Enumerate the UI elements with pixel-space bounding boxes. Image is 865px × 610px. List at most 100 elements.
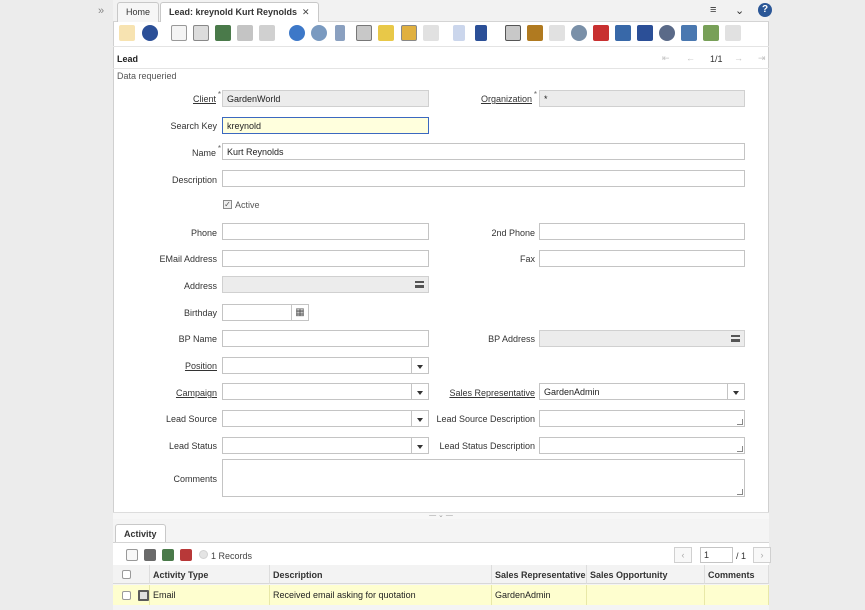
calendar-icon[interactable]: ▦ <box>291 304 309 321</box>
lead-source-dropdown-icon[interactable] <box>411 411 428 426</box>
zoom-across-icon[interactable] <box>593 25 609 41</box>
help-icon[interactable] <box>142 25 158 41</box>
campaign-dropdown-icon[interactable] <box>411 384 428 399</box>
tab-home[interactable]: Home <box>117 2 160 22</box>
resize-handle-icon[interactable] <box>737 419 743 425</box>
sales-rep-label[interactable]: Sales Representative <box>436 388 535 398</box>
lead-status-select[interactable] <box>222 437 429 454</box>
select-all-checkbox[interactable] <box>122 570 131 579</box>
bp-name-field[interactable] <box>222 330 429 347</box>
undo-icon[interactable] <box>119 25 135 41</box>
resize-handle-icon[interactable] <box>737 446 743 452</box>
chevron-down-icon[interactable]: ⌄ <box>735 4 744 17</box>
col-description[interactable]: Description <box>270 565 492 584</box>
table-row-description[interactable]: Received email asking for quotation <box>270 585 492 605</box>
detail-edit-icon[interactable] <box>144 549 156 561</box>
process-icon[interactable] <box>681 25 697 41</box>
table-row-sales-opportunity[interactable] <box>587 585 705 605</box>
history-icon[interactable] <box>423 25 439 41</box>
lead-status-desc-field[interactable] <box>539 437 745 454</box>
help-top-icon[interactable]: ? <box>758 3 772 17</box>
organization-field[interactable]: * <box>539 90 745 107</box>
description-field[interactable] <box>222 170 745 187</box>
position-dropdown-icon[interactable] <box>411 358 428 373</box>
page-next-button[interactable]: › <box>753 547 771 563</box>
active-checkbox[interactable]: ✓ <box>223 200 232 209</box>
col-sales-rep[interactable]: Sales Representative <box>492 565 587 584</box>
delete-icon[interactable] <box>215 25 231 41</box>
table-row-comments[interactable] <box>705 585 769 605</box>
client-label[interactable]: Client <box>150 90 221 104</box>
next-record-icon[interactable]: → <box>734 53 743 63</box>
col-sales-opportunity[interactable]: Sales Opportunity <box>587 565 705 584</box>
sales-rep-select[interactable]: GardenAdmin <box>539 383 745 400</box>
grid-toggle-icon[interactable] <box>401 25 417 41</box>
next-icon[interactable] <box>475 25 487 41</box>
export-icon[interactable] <box>703 25 719 41</box>
sales-rep-dropdown-icon[interactable] <box>727 384 744 399</box>
workflow-icon[interactable] <box>659 25 675 41</box>
fax-field[interactable] <box>539 250 745 267</box>
lead-status-dropdown-icon[interactable] <box>411 438 428 453</box>
new-record-icon[interactable] <box>171 25 187 41</box>
position-label[interactable]: Position <box>140 361 217 371</box>
lead-source-select[interactable] <box>222 410 429 427</box>
find-icon[interactable] <box>311 25 327 41</box>
refresh-icon[interactable] <box>289 25 305 41</box>
page-total: / 1 <box>736 551 747 561</box>
tab-lead[interactable]: Lead: kreynold Kurt Reynolds ✕ <box>160 2 319 22</box>
chat-icon[interactable] <box>356 25 372 41</box>
client-field[interactable]: GardenWorld <box>222 90 429 107</box>
bp-location-editor-icon[interactable] <box>731 335 740 342</box>
birthday-field[interactable] <box>222 304 292 321</box>
print-icon[interactable] <box>549 25 565 41</box>
detail-save-icon[interactable] <box>180 549 192 561</box>
archive-icon[interactable] <box>527 25 543 41</box>
location-editor-icon[interactable] <box>415 281 424 288</box>
row-edit-icon[interactable] <box>138 590 149 601</box>
last-record-icon[interactable]: ⇥ <box>758 53 766 64</box>
col-activity-type[interactable]: Activity Type <box>150 565 270 584</box>
lead-source-desc-field[interactable] <box>539 410 745 427</box>
table-row-sales-rep[interactable]: GardenAdmin <box>492 585 587 605</box>
attachment-icon[interactable] <box>335 25 345 41</box>
close-tab-icon[interactable]: ✕ <box>302 7 310 17</box>
first-record-icon[interactable]: ⇤ <box>662 53 670 64</box>
previous-icon[interactable] <box>453 25 465 41</box>
copy-record-icon[interactable] <box>193 25 209 41</box>
page-input[interactable]: 1 <box>700 547 733 563</box>
detail-delete-icon[interactable] <box>162 549 174 561</box>
comments-field[interactable] <box>222 459 745 497</box>
import-icon[interactable] <box>725 25 741 41</box>
bp-address-field[interactable] <box>539 330 745 347</box>
email-field[interactable] <box>222 250 429 267</box>
address-label: Address <box>183 281 217 291</box>
save-new-icon[interactable] <box>259 25 275 41</box>
row-checkbox[interactable] <box>122 591 131 600</box>
save-icon[interactable] <box>237 25 253 41</box>
table-row-activity-type[interactable]: Email <box>150 585 270 605</box>
request-icon[interactable] <box>615 25 631 41</box>
product-info-icon[interactable] <box>637 25 653 41</box>
organization-label[interactable]: Organization <box>446 90 537 104</box>
panel-splitter[interactable]: — ⌄ — <box>113 512 769 519</box>
report-icon[interactable] <box>505 25 521 41</box>
resize-handle-icon[interactable] <box>737 489 743 495</box>
note-icon[interactable] <box>378 25 394 41</box>
address-field[interactable] <box>222 276 429 293</box>
position-select[interactable] <box>222 357 429 374</box>
campaign-label[interactable]: Campaign <box>140 388 217 398</box>
phone-field[interactable] <box>222 223 429 240</box>
page-prev-button[interactable]: ‹ <box>674 547 692 563</box>
previous-record-icon[interactable]: ← <box>686 53 695 63</box>
col-comments[interactable]: Comments <box>705 565 769 584</box>
search-key-field[interactable]: kreynold <box>222 117 429 134</box>
name-field[interactable]: Kurt Reynolds <box>222 143 745 160</box>
print-preview-icon[interactable] <box>571 25 587 41</box>
campaign-select[interactable] <box>222 383 429 400</box>
phone2-field[interactable] <box>539 223 745 240</box>
detail-new-icon[interactable] <box>126 549 138 561</box>
expand-sidebar-icon[interactable]: » <box>98 5 104 17</box>
menu-icon[interactable]: ≡ <box>710 4 716 16</box>
tab-activity[interactable]: Activity <box>115 524 166 543</box>
